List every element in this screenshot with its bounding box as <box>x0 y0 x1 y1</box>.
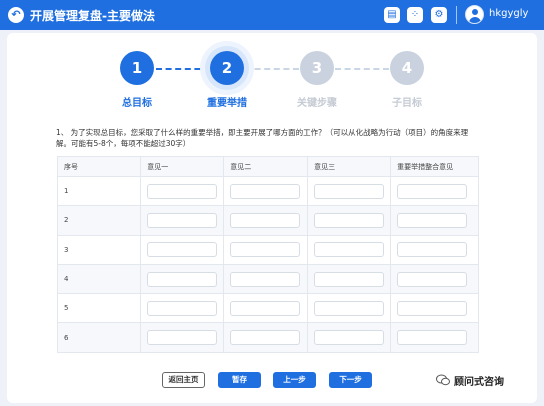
table-cell <box>223 175 309 207</box>
table-row: 4 <box>56 263 479 295</box>
opinion-2-input[interactable] <box>230 242 301 258</box>
table-cell <box>140 175 225 207</box>
chat-icon[interactable]: ▤ <box>384 7 400 23</box>
step-connector-1 <box>156 68 210 70</box>
table-cell <box>140 322 225 353</box>
save-button[interactable]: 暂存 <box>218 372 261 388</box>
header-index: 序号 <box>56 156 142 177</box>
apps-icon[interactable]: ⁘ <box>407 7 423 23</box>
opinion-2-input[interactable] <box>230 300 301 316</box>
table-cell <box>390 293 479 324</box>
step-4-circle[interactable]: 4 <box>390 51 424 85</box>
table-cell <box>223 234 309 265</box>
table-cell <box>307 293 392 324</box>
row-index: 6 <box>56 322 142 353</box>
table-cell <box>140 234 225 265</box>
opinion-3-input[interactable] <box>314 212 385 228</box>
step-3-circle[interactable]: 3 <box>300 51 334 85</box>
table-row: 6 <box>56 322 479 353</box>
table-cell <box>307 234 392 265</box>
opinion-2-input[interactable] <box>230 212 301 228</box>
watermark-text: 顾问式咨询 <box>454 377 504 388</box>
step-1-circle[interactable]: 1 <box>120 51 154 85</box>
combined-input[interactable] <box>397 183 468 199</box>
combined-input[interactable] <box>397 300 468 316</box>
question-line-2: 解。可能有5-8个，每项不能超过30字） <box>56 139 191 148</box>
opinion-2-input[interactable] <box>230 183 301 199</box>
table-row: 3 <box>56 234 479 265</box>
home-button[interactable]: 返回主页 <box>162 372 205 388</box>
opinion-3-input[interactable] <box>314 330 385 346</box>
table-row: 1 <box>56 175 479 207</box>
row-index: 5 <box>56 293 142 324</box>
top-bar: ↶ 开展管理复盘-主要做法 ▤ ⁘ ⚙ hkgygly <box>0 0 544 30</box>
table-cell <box>390 175 479 207</box>
row-index: 3 <box>56 234 142 265</box>
table-cell <box>390 205 479 236</box>
opinion-2-input[interactable] <box>230 271 301 287</box>
table-cell <box>140 293 225 324</box>
row-index: 2 <box>56 205 142 236</box>
step-connector-3 <box>335 68 389 70</box>
page-title: 开展管理复盘-主要做法 <box>30 9 155 23</box>
step-2-label: 重要举措 <box>207 98 247 109</box>
header-opinion-3: 意见三 <box>307 156 392 177</box>
settings-icon[interactable]: ⚙ <box>431 7 447 23</box>
table-cell <box>223 205 309 236</box>
table-cell <box>223 293 309 324</box>
table-cell <box>307 322 392 353</box>
step-3-label: 关键步骤 <box>297 98 337 109</box>
table-cell <box>390 263 479 295</box>
step-connector-2 <box>245 68 299 70</box>
row-index: 1 <box>56 175 142 207</box>
opinion-3-input[interactable] <box>314 183 385 199</box>
table-cell <box>140 263 225 295</box>
table-cell <box>307 263 392 295</box>
row-index: 4 <box>56 263 142 295</box>
step-1-label: 总目标 <box>122 98 152 109</box>
wechat-icon <box>436 374 450 386</box>
next-button[interactable]: 下一步 <box>329 372 372 388</box>
combined-input[interactable] <box>397 271 468 287</box>
divider <box>456 6 457 24</box>
opinion-1-input[interactable] <box>147 183 218 199</box>
table-header-row: 序号 意见一 意见二 意见三 重要举措整合意见 <box>56 156 479 177</box>
opinion-table: 序号 意见一 意见二 意见三 重要举措整合意见 1 2 3 4 5 6 <box>56 156 479 353</box>
table-cell <box>307 205 392 236</box>
table-row: 2 <box>56 205 479 236</box>
question-line-1: 1、 为了实现总目标，您采取了什么样的重要举措，即主要开展了哪方面的工作？（可以… <box>56 128 469 137</box>
header-opinion-1: 意见一 <box>140 156 225 177</box>
header-opinion-2: 意见二 <box>223 156 309 177</box>
prev-button[interactable]: 上一步 <box>273 372 316 388</box>
combined-input[interactable] <box>397 212 468 228</box>
opinion-1-input[interactable] <box>147 330 218 346</box>
opinion-2-input[interactable] <box>230 330 301 346</box>
opinion-3-input[interactable] <box>314 242 385 258</box>
back-icon[interactable]: ↶ <box>8 7 24 23</box>
question-text: 1、 为了实现总目标，您采取了什么样的重要举措，即主要开展了哪方面的工作？（可以… <box>56 127 476 149</box>
step-4-label: 子目标 <box>392 98 422 109</box>
opinion-1-input[interactable] <box>147 271 218 287</box>
opinion-1-input[interactable] <box>147 300 218 316</box>
table-cell <box>223 322 309 353</box>
table-cell <box>390 322 479 353</box>
combined-input[interactable] <box>397 330 468 346</box>
header-combined: 重要举措整合意见 <box>390 156 479 177</box>
combined-input[interactable] <box>397 242 468 258</box>
table-cell <box>390 234 479 265</box>
username[interactable]: hkgygly <box>489 8 528 19</box>
avatar[interactable] <box>465 5 484 24</box>
watermark: 顾问式咨询 <box>436 371 528 391</box>
table-cell <box>223 263 309 295</box>
opinion-3-input[interactable] <box>314 271 385 287</box>
step-2-circle[interactable]: 2 <box>210 51 244 85</box>
opinion-3-input[interactable] <box>314 300 385 316</box>
table-row: 5 <box>56 293 479 324</box>
opinion-1-input[interactable] <box>147 242 218 258</box>
table-cell <box>140 205 225 236</box>
table-cell <box>307 175 392 207</box>
opinion-1-input[interactable] <box>147 212 218 228</box>
